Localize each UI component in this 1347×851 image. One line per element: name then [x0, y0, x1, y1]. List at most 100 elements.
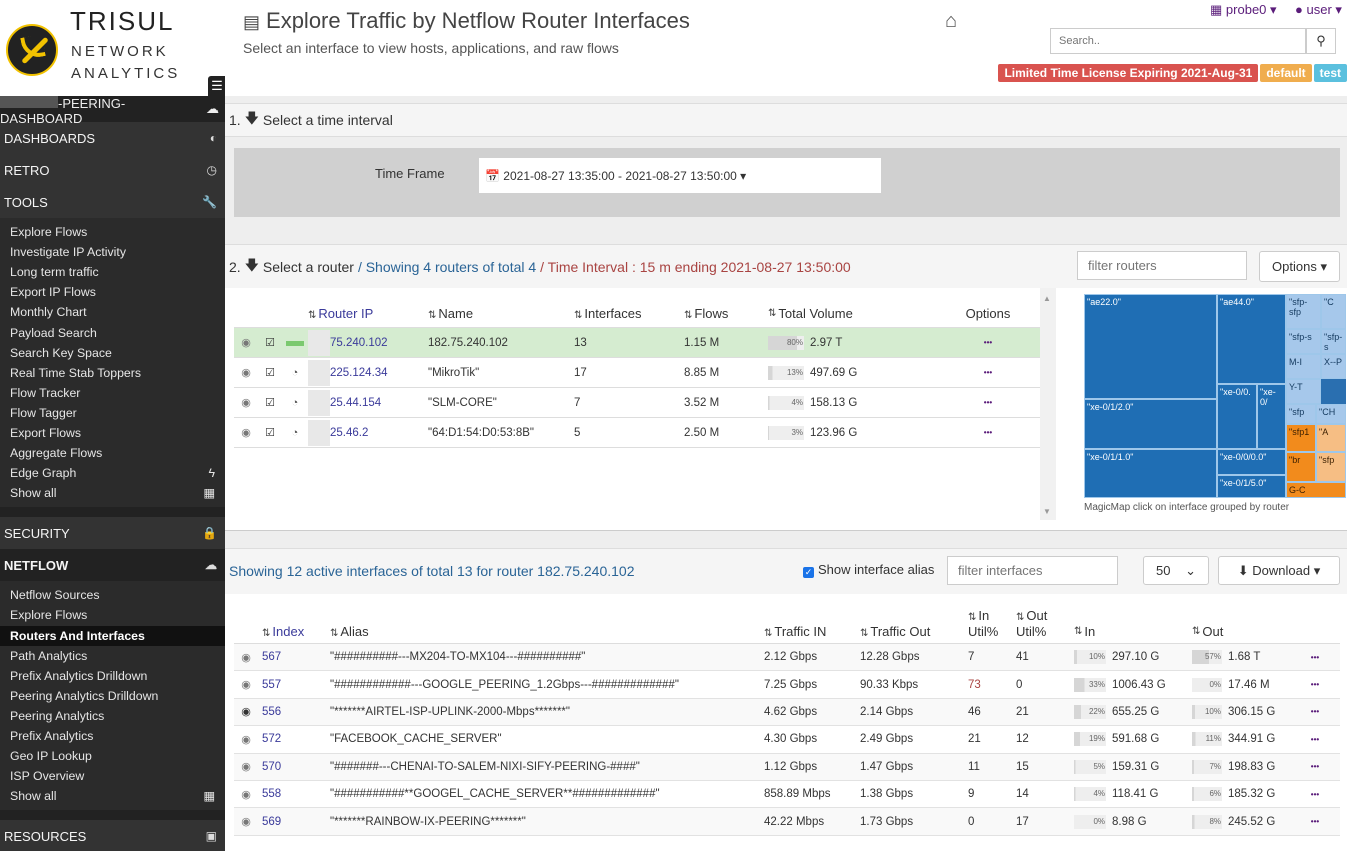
col-in-util[interactable]: ⇅ In Util%	[968, 609, 1016, 639]
interface-row[interactable]: ◉ 570 "#######---CHENAI-TO-SALEM-NIXI-SIFY…	[234, 753, 1340, 781]
sidebar-dashboard-name[interactable]: -PEERING-DASHBOARD ☁	[0, 92, 225, 126]
sidebar-item-netflow[interactable]: ISP Overview	[0, 766, 225, 786]
show-alias-checkbox[interactable]: ✓ Show interface alias	[803, 562, 934, 578]
interface-row[interactable]: ◉ 558 "###########**GOOGEL_CACHE_SERVER**#…	[234, 781, 1340, 809]
eye-icon[interactable]: ◉	[234, 396, 258, 409]
eye-icon[interactable]: ◉	[234, 678, 258, 691]
sidebar-item-tool[interactable]: Payload Search	[0, 322, 225, 342]
eye-icon[interactable]: ◉	[234, 705, 258, 718]
treemap-cell[interactable]: "C	[1321, 294, 1346, 329]
interface-row[interactable]: ◉ 556 "*******AIRTEL-ISP-UPLINK-2000-Mbps*…	[234, 698, 1340, 727]
interface-row[interactable]: ◉ 557 "############---GOOGLE_PEERING_1.2Gb…	[234, 671, 1340, 699]
router-table-scrollbar[interactable]: ▲ ▼	[1040, 288, 1056, 520]
router-ip-link[interactable]: 225.124.34	[308, 359, 428, 386]
filter-routers-input[interactable]	[1077, 251, 1247, 280]
treemap-cell[interactable]: "sfp	[1316, 452, 1346, 482]
col-interfaces[interactable]: ⇅ Interfaces	[574, 306, 684, 321]
col-traffic-out[interactable]: ⇅ Traffic Out	[860, 624, 968, 639]
treemap-cell[interactable]: M-I	[1286, 354, 1321, 379]
timeframe-picker[interactable]: 📅 2021-08-27 13:35:00 - 2021-08-27 13:50…	[479, 158, 881, 193]
interface-options-menu-icon[interactable]: •••	[1300, 790, 1330, 799]
treemap-cell[interactable]: "xe-0/1/2.0"	[1084, 399, 1217, 449]
router-options-menu-icon[interactable]: •••	[958, 398, 1018, 407]
router-row[interactable]: ◉ ☑ ◔ 25.46.2 "64:D1:54:D0:53:8B" 5 2.50 M 3% 12…	[234, 418, 1040, 448]
treemap-cell[interactable]: "ae22.0"	[1084, 294, 1217, 399]
magicmap-treemap[interactable]: "ae22.0" "ae44.0" "sfp-sfp "C "sfp-s "sfp-s M-…	[1084, 294, 1346, 498]
treemap-cell[interactable]: "xe-0/	[1257, 384, 1286, 449]
interface-index-link[interactable]: 572	[258, 733, 330, 745]
treemap-cell[interactable]: "xe-0/1/1.0"	[1084, 449, 1217, 498]
col-in[interactable]: ⇅ In	[1074, 624, 1192, 639]
treemap-cell[interactable]: "sfp1	[1286, 424, 1316, 452]
interface-options-menu-icon[interactable]: •••	[1300, 653, 1330, 662]
treemap-cell[interactable]: X--P	[1321, 354, 1346, 379]
eye-icon[interactable]: ◉	[234, 733, 258, 746]
search-icon[interactable]: ⚲	[1306, 28, 1336, 54]
interface-options-menu-icon[interactable]: •••	[1300, 680, 1330, 689]
checkbox-icon[interactable]: ☑	[258, 426, 282, 439]
col-router-ip[interactable]: ⇅ Router IP	[308, 306, 428, 321]
options-button[interactable]: Options ▾	[1259, 251, 1340, 282]
eye-icon[interactable]: ◉	[234, 651, 258, 664]
col-out-util[interactable]: ⇅ Out Util%	[1016, 609, 1074, 639]
interface-options-menu-icon[interactable]: •••	[1300, 762, 1330, 771]
router-ip-link[interactable]: 25.46.2	[308, 419, 428, 446]
filter-interfaces-input[interactable]	[947, 556, 1118, 585]
sidebar-item-netflow[interactable]: Explore Flows	[0, 605, 225, 625]
eye-icon[interactable]: ◉	[234, 788, 258, 801]
interface-index-link[interactable]: 556	[258, 706, 330, 718]
sidebar-section-netflow[interactable]: NETFLOW ☁	[0, 549, 225, 582]
treemap-cell[interactable]: "sfp-sfp	[1286, 294, 1321, 329]
eye-icon[interactable]: ◉	[234, 815, 258, 828]
treemap-cell[interactable]: "sfp	[1286, 404, 1316, 424]
sidebar-item-netflow[interactable]: Path Analytics	[0, 646, 225, 666]
sidebar-item-tool[interactable]: Export Flows	[0, 423, 225, 443]
treemap-cell[interactable]: "xe-0/0.	[1217, 384, 1257, 449]
treemap-cell[interactable]: "xe-0/1/5.0"	[1217, 475, 1286, 498]
probe-dropdown[interactable]: ▦ probe0 ▾	[1210, 2, 1277, 18]
eye-icon[interactable]: ◉	[234, 426, 258, 439]
interface-index-link[interactable]: 570	[258, 761, 330, 773]
sidebar-section-retro[interactable]: RETRO ◷	[0, 154, 225, 186]
eye-icon[interactable]: ◉	[234, 760, 258, 773]
search-input[interactable]	[1050, 28, 1306, 54]
col-total-volume[interactable]: ⇅ Total Volume	[768, 306, 958, 321]
router-ip-link[interactable]: 25.44.154	[308, 389, 428, 416]
sidebar-item-tool[interactable]: Flow Tagger	[0, 403, 225, 423]
interface-options-menu-icon[interactable]: •••	[1300, 707, 1330, 716]
router-ip-link[interactable]: 75.240.102	[308, 329, 428, 356]
interface-row[interactable]: ◉ 569 "*******RAINBOW-IX-PEERING*******" 42…	[234, 808, 1340, 836]
sidebar-item-tool[interactable]: Aggregate Flows	[0, 443, 225, 463]
treemap-cell[interactable]: "br	[1286, 452, 1316, 482]
sidebar-item-tool[interactable]: Edge Graph ϟ	[0, 463, 225, 483]
sidebar-item-netflow[interactable]: Geo IP Lookup	[0, 746, 225, 766]
sidebar-section-tools[interactable]: TOOLS 🔧	[0, 186, 225, 218]
interface-row[interactable]: ◉ 567 "##########---MX204-TO-MX104---#####…	[234, 644, 1340, 672]
col-alias[interactable]: ⇅ Alias	[330, 624, 764, 639]
sidebar-item-netflow[interactable]: Routers And Interfaces	[0, 625, 225, 646]
col-out[interactable]: ⇅ Out	[1192, 624, 1300, 639]
sidebar-item-netflow[interactable]: Peering Analytics	[0, 706, 225, 726]
col-index[interactable]: ⇅ Index	[258, 624, 330, 639]
router-options-menu-icon[interactable]: •••	[958, 368, 1018, 377]
col-traffic-in[interactable]: ⇅ Traffic IN	[764, 624, 860, 639]
treemap-cell[interactable]: "ae44.0"	[1217, 294, 1286, 384]
page-size-select[interactable]: 50 ⌄	[1143, 556, 1209, 585]
treemap-cell[interactable]: "sfp-s	[1286, 329, 1321, 354]
sidebar-item-tool[interactable]: Explore Flows	[0, 222, 225, 242]
interface-index-link[interactable]: 557	[258, 679, 330, 691]
interface-index-link[interactable]: 567	[258, 651, 330, 663]
interface-row[interactable]: ◉ 572 "FACEBOOK_CACHE_SERVER" 4.30 Gbps 2.49…	[234, 726, 1340, 754]
sidebar-item-tool[interactable]: Real Time Stab Toppers	[0, 363, 225, 383]
home-icon[interactable]: ⌂	[945, 10, 957, 33]
treemap-cell[interactable]: "CH	[1316, 404, 1346, 424]
scroll-up-icon[interactable]: ▲	[1043, 294, 1051, 303]
sidebar-section-resources[interactable]: RESOURCES ▣	[0, 820, 225, 851]
router-row[interactable]: ◉ ☑ 75.240.102 182.75.240.102 13 1.15 M 80% 2.9…	[234, 328, 1040, 358]
treemap-cell[interactable]: G-C	[1286, 482, 1346, 498]
treemap-cell[interactable]: "sfp-s	[1321, 329, 1346, 354]
checkbox-icon[interactable]: ☑	[258, 396, 282, 409]
sidebar-item-netflow[interactable]: Prefix Analytics	[0, 726, 225, 746]
checkbox-icon[interactable]: ☑	[258, 336, 282, 349]
sidebar-item-netflow[interactable]: Netflow Sources	[0, 585, 225, 605]
